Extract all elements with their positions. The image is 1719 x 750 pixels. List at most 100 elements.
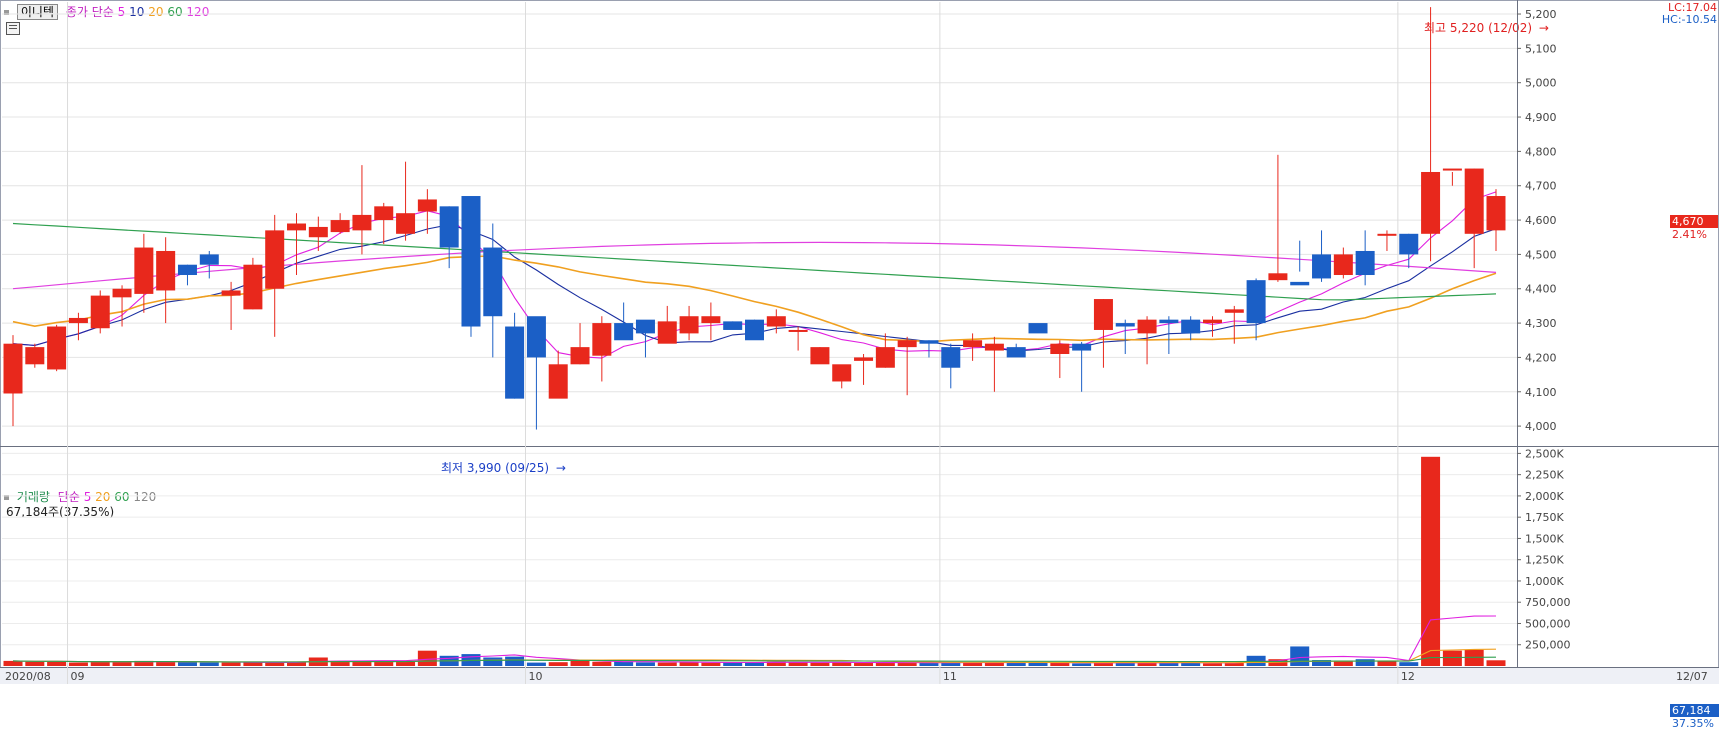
candle-body [221, 290, 241, 296]
candle-body [788, 329, 808, 332]
volume-bar [396, 661, 416, 666]
date-axis-background [0, 668, 1719, 684]
candle-body [919, 340, 939, 344]
candle-body [1159, 319, 1179, 324]
candle-body [1442, 168, 1462, 171]
price-tick-label: 4,700 [1525, 180, 1557, 193]
price-tick-label: 5,000 [1525, 77, 1557, 90]
candle-body [1028, 323, 1048, 334]
candle-body [177, 264, 197, 276]
candle-body [592, 323, 612, 356]
volume-tick-label: 500,000 [1525, 617, 1571, 630]
candle-body [614, 323, 634, 341]
candle-body [243, 264, 263, 310]
candle-body [1421, 171, 1441, 234]
volume-bar [265, 662, 285, 666]
candle-body [1072, 343, 1092, 351]
candle-body [352, 214, 372, 231]
candle-body [1181, 319, 1201, 334]
candle-body [3, 343, 23, 394]
candle-body [810, 347, 830, 365]
volume-bar [548, 662, 568, 666]
volume-bar [483, 657, 503, 666]
candle-body [875, 347, 895, 368]
candle-body [657, 321, 677, 344]
volume-tick-label: 2,250K [1525, 469, 1564, 482]
candle-body [439, 206, 459, 248]
volume-tick-label: 2,500K [1525, 447, 1564, 460]
candle-body [1464, 168, 1484, 234]
price-tick-label: 5,200 [1525, 8, 1557, 21]
volume-bar [1377, 660, 1397, 666]
stock-chart-window: 이니텍 종가 단순 5 10 20 60 120 LC:17.04 HC:-10… [0, 0, 1719, 750]
candle-body [723, 321, 743, 330]
candle-body [374, 206, 394, 221]
candle-body [199, 254, 219, 265]
price-tick-label: 4,400 [1525, 283, 1557, 296]
candle-body [1093, 299, 1113, 330]
volume-tick-label: 750,000 [1525, 596, 1571, 609]
volume-bar [199, 662, 219, 666]
chart-canvas[interactable]: 4,000 4,100 4,200 4,300 4,400 4,500 4,600 4,700… [0, 0, 1719, 750]
candle-body [963, 340, 983, 348]
candle-body [1050, 343, 1070, 354]
candle-body [1115, 323, 1135, 327]
candle-body [984, 343, 1004, 351]
price-tick-label: 4,500 [1525, 248, 1557, 261]
candle-body [679, 316, 699, 334]
volume-tick-label: 1,000K [1525, 575, 1564, 588]
candle-body [1333, 254, 1353, 276]
candle-body [265, 230, 285, 289]
volume-bar [156, 661, 176, 666]
volume-bar [919, 663, 939, 666]
price-tick-label: 4,900 [1525, 111, 1557, 124]
volume-tick-label: 1,500K [1525, 532, 1564, 545]
candle-body [548, 364, 568, 399]
candle-body [417, 199, 437, 212]
volume-bar [68, 662, 88, 666]
candle-body [134, 247, 154, 294]
price-tick-label: 4,300 [1525, 317, 1557, 330]
candle-body [526, 316, 546, 358]
volume-tick-label: 1,250K [1525, 554, 1564, 567]
volume-bar [1486, 660, 1506, 666]
price-tick-label: 5,100 [1525, 42, 1557, 55]
volume-bar [1290, 646, 1310, 666]
candle-body [330, 220, 350, 233]
candle-body [1290, 281, 1310, 286]
candle-body [308, 226, 328, 238]
candle-body [1006, 347, 1026, 358]
date-label: 10 [529, 670, 543, 683]
candle-body [483, 247, 503, 317]
candle-body [396, 213, 416, 234]
volume-bar [1399, 662, 1419, 666]
candle-body [25, 347, 45, 365]
volume-bar [723, 662, 743, 666]
ma120-line [12, 241, 1497, 290]
volume-bar [25, 661, 45, 666]
date-label: 11 [943, 670, 957, 683]
candle-body [766, 316, 786, 327]
volume-bar [679, 662, 699, 666]
volume-bar [505, 656, 525, 666]
candle-body [1486, 196, 1506, 231]
volume-bar [1464, 649, 1484, 666]
price-axis: 4,000 4,100 4,200 4,300 4,400 4,500 4,600 4,700… [1517, 8, 1557, 433]
date-label: 2020/08 [5, 670, 51, 683]
volume-bar [810, 662, 830, 666]
volume-bar [963, 662, 983, 666]
candle-body [47, 326, 67, 370]
candle-body [1268, 273, 1288, 281]
volume-bar [1421, 456, 1441, 666]
volume-bar [635, 662, 655, 666]
candle-body [1246, 280, 1266, 324]
volume-bar [352, 661, 372, 666]
volume-bar [1028, 662, 1048, 666]
candle-body [90, 295, 110, 329]
volume-tick-label: 250,000 [1525, 639, 1571, 652]
candle-body [1355, 250, 1375, 276]
volume-bar [417, 650, 437, 666]
candle-body [1399, 233, 1419, 255]
candle-body [941, 347, 961, 368]
candle-body [505, 326, 525, 399]
